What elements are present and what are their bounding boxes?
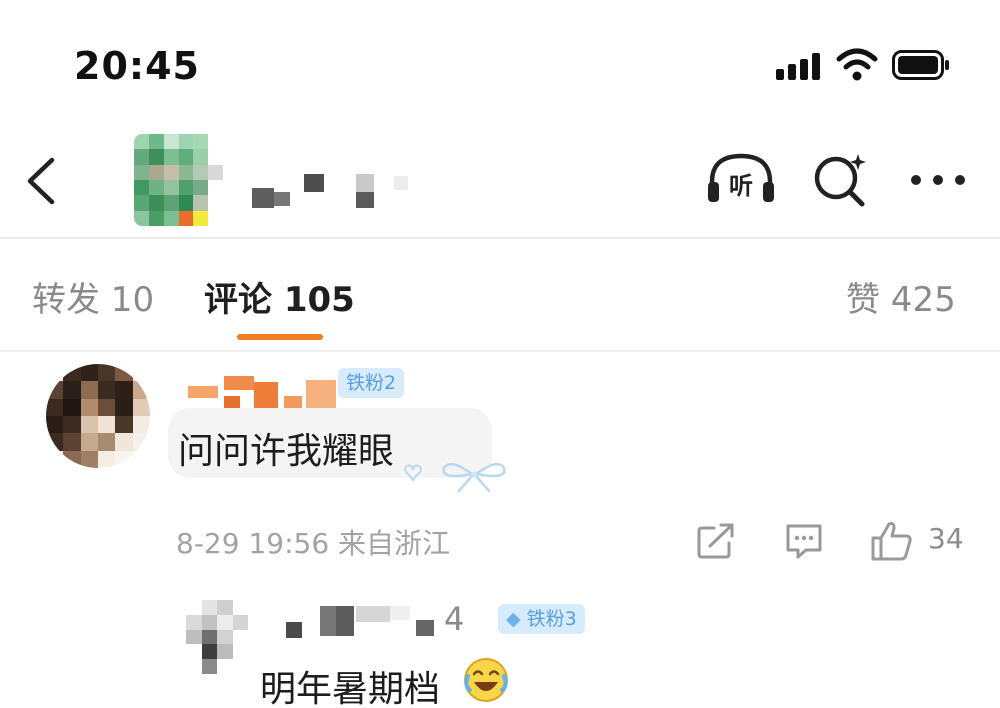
laughing-crying-emoji-icon xyxy=(464,658,508,702)
author-avatar[interactable] xyxy=(134,134,238,226)
ai-search-icon[interactable] xyxy=(810,150,872,208)
tabs-divider xyxy=(0,350,1000,352)
tab-repost[interactable]: 转发 10 xyxy=(32,272,154,321)
comment-text: 问问许我耀眼 xyxy=(178,431,395,472)
author-name-blurred[interactable] xyxy=(252,168,422,214)
more-dots-icon[interactable] xyxy=(908,166,968,194)
diamond-icon: ◆ xyxy=(506,608,521,630)
header-divider xyxy=(0,237,1000,239)
status-time: 20:45 xyxy=(74,44,200,88)
listen-icon[interactable]: 听 xyxy=(704,150,778,208)
comment-meta: 8-29 19:56 来自浙江 xyxy=(176,527,451,560)
like-count: 34 xyxy=(928,522,964,555)
fan-level-badge: 铁粉2 xyxy=(338,368,405,398)
back-icon[interactable] xyxy=(22,156,62,206)
reply-text: 明年暑期档 xyxy=(260,669,441,708)
weibo-comments-screen: 20:45 听 转发 10 评论 105 赞 425 铁粉2 问问许我耀眼 8-… xyxy=(0,0,1000,708)
reply-avatar[interactable] xyxy=(186,600,248,674)
reply-icon[interactable] xyxy=(784,522,824,560)
active-tab-indicator xyxy=(237,334,323,340)
wifi-icon xyxy=(836,48,878,81)
like-thumb-icon[interactable] xyxy=(870,520,914,562)
bow-decoration-icon xyxy=(404,462,506,493)
reply-name-suffix: 4 xyxy=(444,600,465,638)
fan-level-badge-label: 铁粉3 xyxy=(526,608,577,630)
commenter-avatar[interactable] xyxy=(46,364,150,468)
listen-label: 听 xyxy=(729,172,753,200)
tab-likes[interactable]: 赞 425 xyxy=(846,272,956,321)
tab-comments[interactable]: 评论 105 xyxy=(204,272,355,321)
fan-level-badge-reply: ◆ 铁粉3 xyxy=(498,604,585,634)
reply-name-blurred[interactable] xyxy=(286,600,436,642)
battery-icon xyxy=(892,50,949,80)
repost-icon[interactable] xyxy=(696,522,736,560)
cellular-signal-icon xyxy=(776,52,822,80)
